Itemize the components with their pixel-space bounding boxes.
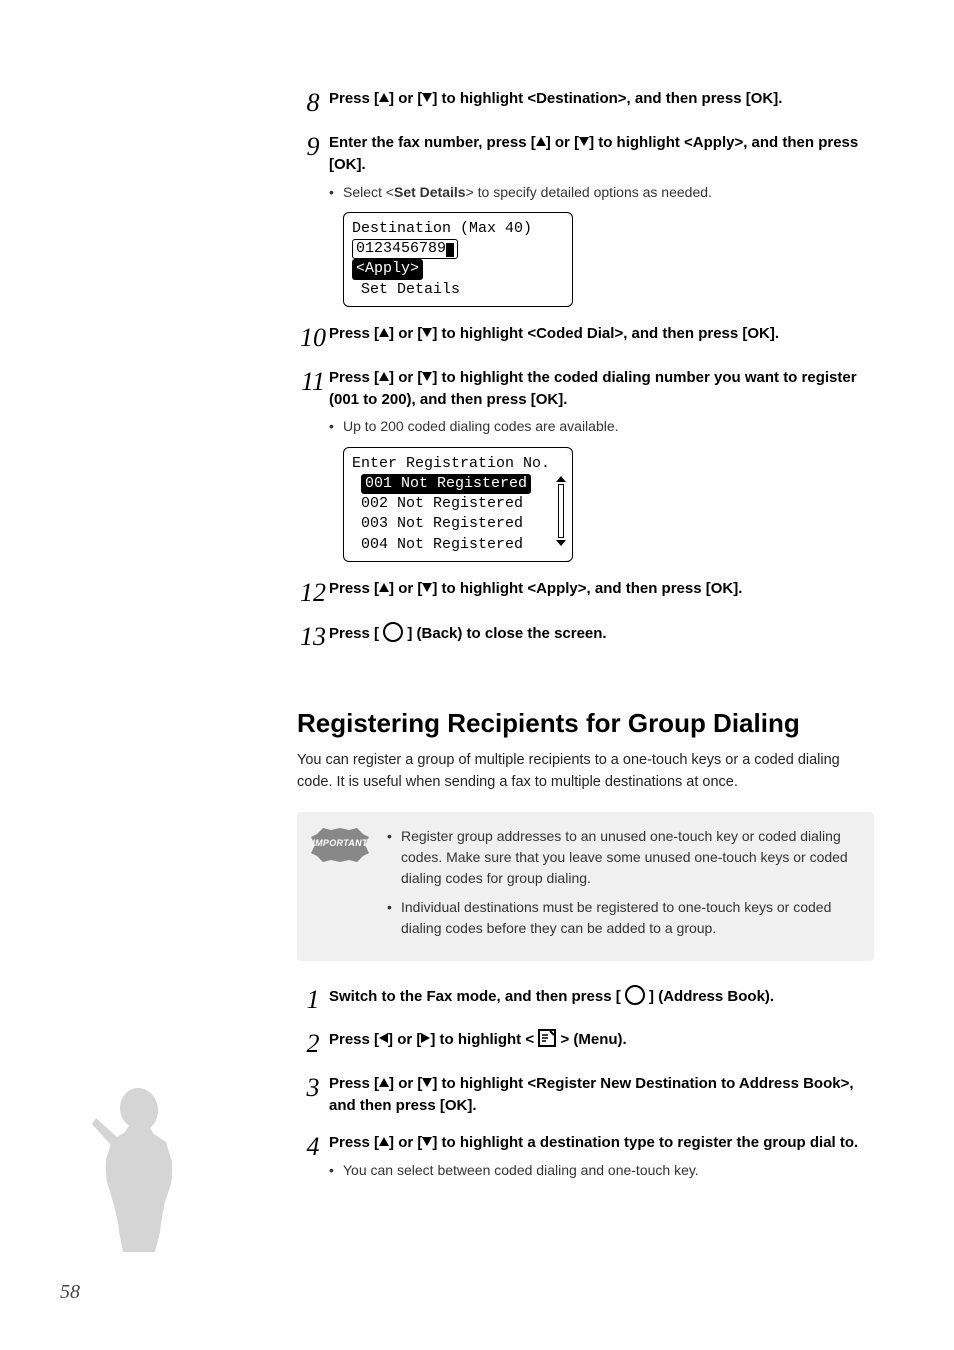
important-item: Register group addresses to an unused on…: [387, 826, 856, 889]
step-title: Press [] or [] to highlight <Apply>, and…: [329, 578, 874, 600]
up-arrow-icon: [379, 328, 389, 337]
step: 3 Press [] or [] to highlight <Register …: [297, 1073, 874, 1117]
down-arrow-icon: [422, 1137, 432, 1146]
step-number: 10: [297, 323, 329, 351]
step-number: 9: [297, 132, 329, 307]
step-bullet: You can select between coded dialing and…: [329, 1160, 874, 1180]
step: 12 Press [] or [] to highlight <Apply>, …: [297, 578, 874, 606]
up-arrow-icon: [379, 1078, 389, 1087]
important-item: Individual destinations must be register…: [387, 897, 856, 939]
page-number: 58: [60, 1281, 80, 1304]
step-title: Press [] or [] to highlight <Coded Dial>…: [329, 323, 874, 345]
step-bullet: Up to 200 coded dialing codes are availa…: [329, 416, 874, 436]
step-number: 1: [297, 985, 329, 1013]
step-number: 4: [297, 1132, 329, 1180]
step: 1 Switch to the Fax mode, and then press…: [297, 985, 874, 1013]
step: 2 Press [] or [] to highlight < > (Menu)…: [297, 1029, 874, 1057]
up-arrow-icon: [379, 583, 389, 592]
circle-button-icon: [625, 985, 645, 1005]
section-paragraph: You can register a group of multiple rec…: [297, 749, 874, 794]
step-title: Press [] or [] to highlight <Register Ne…: [329, 1073, 874, 1117]
step-title: Switch to the Fax mode, and then press […: [329, 985, 874, 1008]
section-heading: Registering Recipients for Group Dialing: [297, 708, 874, 739]
important-note: IMPORTANT Register group addresses to an…: [297, 812, 874, 961]
step-number: 12: [297, 578, 329, 606]
lcd-registration: Enter Registration No. 001 Not Registere…: [343, 447, 573, 562]
step-title: Press [] or [] to highlight the coded di…: [329, 367, 874, 411]
step: 13 Press [ ] (Back) to close the screen.: [297, 622, 874, 650]
step-title: Press [ ] (Back) to close the screen.: [329, 622, 874, 645]
step: 10 Press [] or [] to highlight <Coded Di…: [297, 323, 874, 351]
up-arrow-icon: [379, 93, 389, 102]
step-number: 13: [297, 622, 329, 650]
step-title: Enter the fax number, press [] or [] to …: [329, 132, 874, 176]
down-arrow-icon: [422, 328, 432, 337]
up-arrow-icon: [379, 372, 389, 381]
step: 9 Enter the fax number, press [] or [] t…: [297, 132, 874, 307]
right-arrow-icon: [421, 1033, 430, 1043]
down-arrow-icon: [422, 372, 432, 381]
down-arrow-icon: [422, 93, 432, 102]
up-arrow-icon: [536, 137, 546, 146]
lcd-destination: Destination (Max 40) 0123456789 <Apply> …: [343, 212, 573, 307]
down-arrow-icon: [422, 583, 432, 592]
step: 11 Press [] or [] to highlight the coded…: [297, 367, 874, 562]
circle-button-icon: [383, 622, 403, 642]
up-arrow-icon: [379, 1137, 389, 1146]
step-title: Press [] or [] to highlight < > (Menu).: [329, 1029, 874, 1051]
left-arrow-icon: [379, 1033, 388, 1043]
step-number: 11: [297, 367, 329, 562]
step-number: 8: [297, 88, 329, 116]
down-arrow-icon: [579, 137, 589, 146]
menu-icon: [538, 1029, 556, 1047]
figure-silhouette: [78, 1080, 198, 1260]
step-number: 3: [297, 1073, 329, 1117]
step-title: Press [] or [] to highlight a destinatio…: [329, 1132, 874, 1154]
step: 4 Press [] or [] to highlight a destinat…: [297, 1132, 874, 1180]
important-label: IMPORTANT: [309, 837, 371, 851]
lcd-scrollbar: [556, 476, 566, 555]
step-title: Press [] or [] to highlight <Destination…: [329, 88, 874, 110]
down-arrow-icon: [422, 1078, 432, 1087]
step-bullet: Select <Set Details> to specify detailed…: [329, 182, 874, 202]
important-badge: IMPORTANT: [309, 826, 371, 864]
step: 8 Press [] or [] to highlight <Destinati…: [297, 88, 874, 116]
step-number: 2: [297, 1029, 329, 1057]
